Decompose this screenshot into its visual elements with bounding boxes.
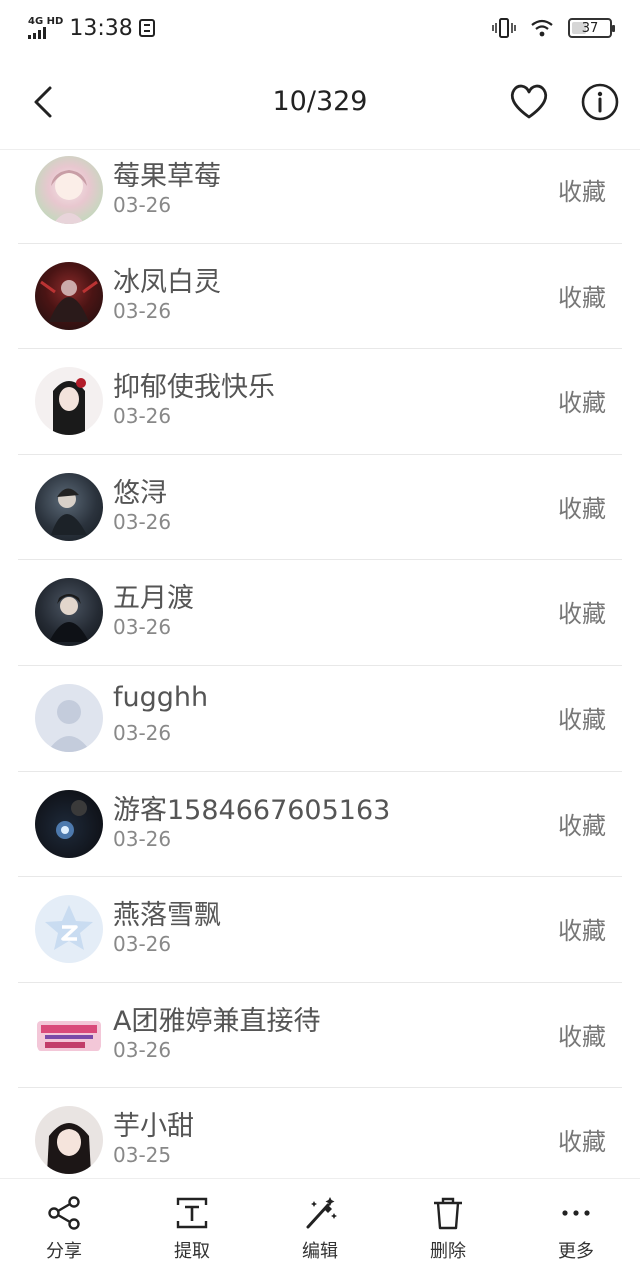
list-item[interactable]: 燕落雪飘 03-26 收藏 <box>18 877 622 983</box>
info-button[interactable] <box>580 82 620 122</box>
favorite-button[interactable] <box>508 82 550 122</box>
delete-label: 删除 <box>430 1241 466 1262</box>
bottom-toolbar: 分享 提取 编辑 删除 更多 <box>0 1178 640 1276</box>
collect-button[interactable]: 收藏 <box>558 1122 606 1157</box>
extract-button[interactable]: 提取 <box>128 1179 256 1276</box>
visit-date: 03-26 <box>113 615 172 640</box>
user-name: 抑郁使我快乐 <box>113 372 275 404</box>
info-icon <box>581 83 619 121</box>
list-item[interactable]: 莓果草莓 03-26 收藏 <box>18 138 622 244</box>
collect-button[interactable]: 收藏 <box>558 172 606 207</box>
edit-button[interactable]: 编辑 <box>256 1179 384 1276</box>
visit-date: 03-26 <box>113 404 172 429</box>
user-name: 芋小甜 <box>113 1111 194 1143</box>
battery-level: 37 <box>581 20 599 36</box>
network-indicator: 4G HD <box>28 17 63 39</box>
user-name: 游客1584667605163 <box>113 794 391 826</box>
notification-icon <box>138 19 155 37</box>
collect-button[interactable]: 收藏 <box>558 594 606 629</box>
status-left: 4G HD 13:38 <box>28 16 155 41</box>
header: 10/329 <box>0 56 640 150</box>
visit-date: 03-25 <box>113 1143 172 1168</box>
share-icon <box>48 1196 80 1230</box>
extract-label: 提取 <box>174 1241 210 1262</box>
visit-date: 03-26 <box>113 720 172 745</box>
visit-date: 03-26 <box>113 826 172 851</box>
text-extract-icon <box>176 1197 208 1229</box>
visit-date: 03-26 <box>113 932 172 957</box>
visit-date: 03-26 <box>113 1037 172 1062</box>
list-item[interactable]: A团雅婷兼直接待 03-26 收藏 <box>18 983 622 1089</box>
visitor-list[interactable]: 莓果草莓 03-26 收藏 冰凤白灵 03-26 收藏 抑郁使我快乐 03-26… <box>0 138 640 1178</box>
status-bar: 4G HD 13:38 37 <box>0 0 640 56</box>
more-label: 更多 <box>558 1241 594 1262</box>
list-item[interactable]: 冰凤白灵 03-26 收藏 <box>18 244 622 350</box>
edit-label: 编辑 <box>302 1241 338 1262</box>
more-icon <box>562 1210 590 1216</box>
avatar[interactable] <box>35 789 103 858</box>
avatar[interactable] <box>35 472 103 541</box>
collect-button[interactable]: 收藏 <box>558 911 606 946</box>
network-label: 4G HD <box>28 16 64 27</box>
magic-wand-icon <box>306 1197 337 1229</box>
collect-button[interactable]: 收藏 <box>558 700 606 735</box>
heart-icon <box>510 84 548 119</box>
status-right: 37 <box>492 17 615 39</box>
battery-icon: 37 <box>568 18 615 38</box>
wifi-icon <box>531 19 553 37</box>
user-name: 五月渡 <box>113 583 194 615</box>
visit-date: 03-26 <box>113 298 172 323</box>
list-item[interactable]: fugghh 03-26 收藏 <box>18 666 622 772</box>
user-name: fugghh <box>113 681 209 713</box>
avatar[interactable] <box>35 578 103 647</box>
vibrate-icon <box>492 18 516 38</box>
user-name: 冰凤白灵 <box>113 266 221 298</box>
list-item[interactable]: 悠浔 03-26 收藏 <box>18 455 622 561</box>
list-item[interactable]: 芋小甜 03-25 收藏 <box>18 1088 622 1178</box>
avatar[interactable] <box>35 895 103 964</box>
collect-button[interactable]: 收藏 <box>558 806 606 841</box>
avatar[interactable] <box>35 261 103 330</box>
avatar[interactable] <box>35 1106 103 1175</box>
user-name: 燕落雪飘 <box>113 900 221 932</box>
share-button[interactable]: 分享 <box>0 1179 128 1276</box>
collect-button[interactable]: 收藏 <box>558 278 606 313</box>
signal-icon <box>28 27 63 39</box>
share-label: 分享 <box>46 1241 82 1262</box>
user-name: A团雅婷兼直接待 <box>113 1005 321 1037</box>
collect-button[interactable]: 收藏 <box>558 1017 606 1052</box>
user-name: 莓果草莓 <box>113 161 221 192</box>
collect-button[interactable]: 收藏 <box>558 489 606 524</box>
list-item[interactable]: 五月渡 03-26 收藏 <box>18 560 622 666</box>
avatar[interactable] <box>35 367 103 436</box>
avatar[interactable] <box>35 1000 103 1069</box>
list-item[interactable]: 抑郁使我快乐 03-26 收藏 <box>18 349 622 455</box>
status-time: 13:38 <box>69 15 133 41</box>
avatar[interactable] <box>35 683 103 752</box>
visit-date: 03-26 <box>113 193 172 217</box>
user-name: 悠浔 <box>113 477 167 509</box>
trash-icon <box>434 1197 462 1230</box>
list-item[interactable]: 游客1584667605163 03-26 收藏 <box>18 772 622 878</box>
more-button[interactable]: 更多 <box>512 1179 640 1276</box>
avatar[interactable] <box>35 156 103 224</box>
collect-button[interactable]: 收藏 <box>558 383 606 418</box>
visit-date: 03-26 <box>113 509 172 534</box>
delete-button[interactable]: 删除 <box>384 1179 512 1276</box>
